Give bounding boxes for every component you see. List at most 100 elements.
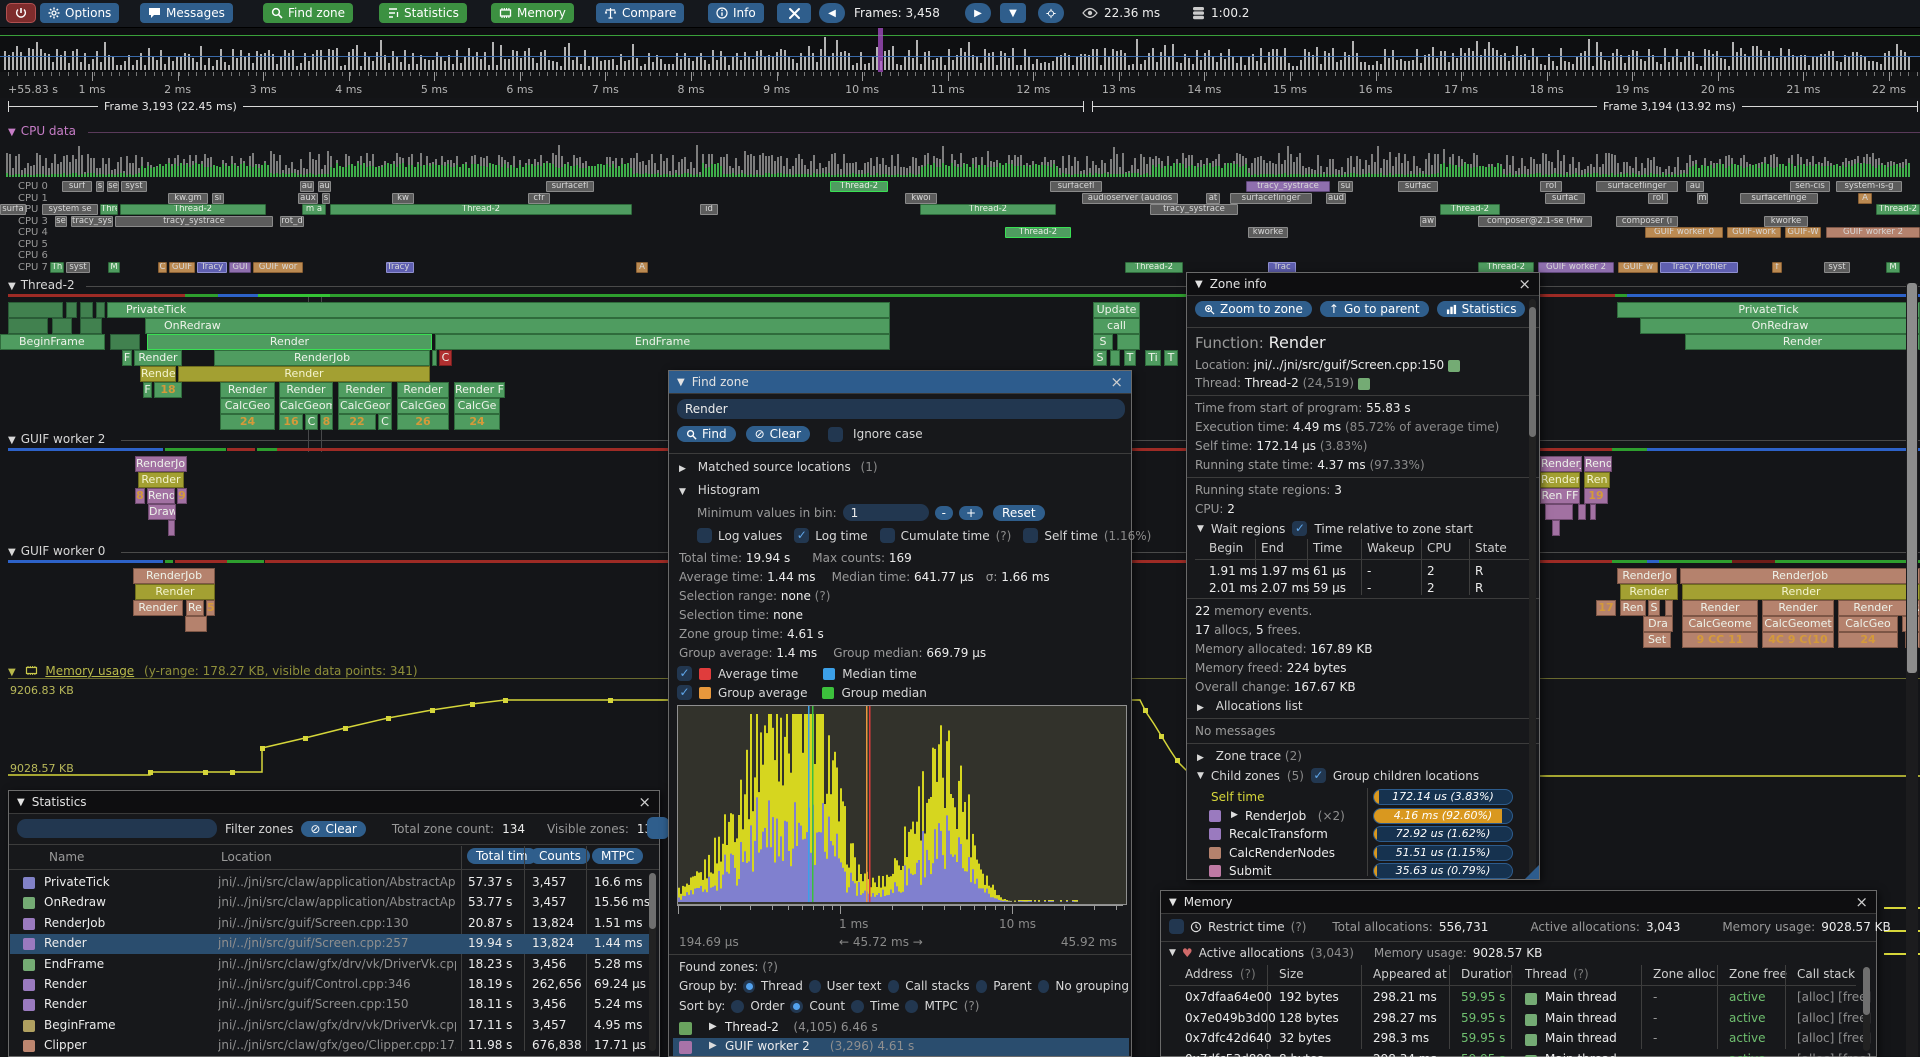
log-values-checkbox[interactable] bbox=[697, 528, 712, 543]
statistics-row[interactable]: EndFramejni/../jni/src/claw/gfx/drv/vk/D… bbox=[10, 955, 652, 975]
find-zone-button[interactable]: Find zone bbox=[263, 3, 353, 23]
cpu-zone-bar[interactable]: GUIF-W bbox=[1785, 227, 1821, 238]
alloc-callstack[interactable]: [alloc] [free] bbox=[1797, 1011, 1871, 1025]
zone-bar[interactable] bbox=[432, 350, 437, 366]
zoom-to-zone-button[interactable]: Zoom to zone bbox=[1195, 301, 1312, 317]
zone-bar-ren[interactable]: Ren bbox=[1584, 472, 1610, 488]
zone-bar-5[interactable]: 5 bbox=[206, 600, 215, 616]
cpu-zone-bar[interactable]: aux bbox=[298, 193, 318, 204]
statistics-row[interactable]: RenderJobjni/../jni/src/guif/Screen.cpp:… bbox=[10, 914, 652, 934]
zone-bar-16[interactable]: 16 bbox=[279, 414, 303, 430]
thread-value[interactable]: Thread-2 bbox=[1245, 376, 1299, 390]
cpu-zone-bar[interactable]: Thre bbox=[100, 204, 118, 215]
cpu-zone-bar[interactable]: au bbox=[318, 181, 331, 192]
zone-trace[interactable]: ▶ Zone trace (2) bbox=[1197, 749, 1302, 763]
cpu-zone-bar[interactable]: syst bbox=[1824, 262, 1850, 273]
cpu-zone-bar[interactable]: Thread-2 bbox=[830, 181, 888, 192]
cpu-zone-bar[interactable]: s bbox=[96, 181, 104, 192]
cpu-zone-bar[interactable]: Tracy Profiler bbox=[1660, 262, 1738, 273]
cpu-zone-bar[interactable]: M bbox=[1886, 262, 1900, 273]
zone-bar-render[interactable]: Render bbox=[279, 382, 333, 398]
memory-usage-header[interactable]: ▼ Memory usage (y-range: 178.27 KB, visi… bbox=[8, 664, 418, 678]
thread-header-guif-worker-0[interactable]: ▼GUIF worker 0 bbox=[8, 544, 105, 558]
zone-bar-26[interactable]: 26 bbox=[397, 414, 449, 430]
cpu-zone-bar[interactable]: C bbox=[158, 262, 167, 273]
zone-bar-calcgeo[interactable]: CalcGeo bbox=[1838, 616, 1898, 632]
filter-zones-input[interactable] bbox=[17, 819, 217, 838]
cpu-zone-bar[interactable]: surfac bbox=[1545, 193, 1585, 204]
cpu-zone-bar[interactable]: GUIF w bbox=[1618, 262, 1658, 273]
zone-bar-beginframe[interactable]: BeginFrame bbox=[0, 334, 105, 350]
collapse-icon[interactable]: ▼ bbox=[1197, 771, 1204, 781]
collapse-icon[interactable]: ▼ bbox=[17, 797, 25, 808]
zone-bar-render-f[interactable]: Render F bbox=[454, 382, 505, 398]
cpu-zone-bar[interactable]: Thread-2 bbox=[330, 204, 632, 215]
cpu-zone-bar[interactable]: Thread-2 bbox=[120, 204, 266, 215]
zone-bar-calcgeor[interactable]: CalcGeor bbox=[338, 398, 392, 414]
info-button[interactable]: Info bbox=[708, 3, 764, 23]
zone-bar-24[interactable]: 24 bbox=[454, 414, 500, 430]
zone-bar-9[interactable]: 9 bbox=[177, 488, 187, 504]
column-header-total-time[interactable]: Total tim bbox=[467, 848, 537, 864]
find-zone-histogram[interactable] bbox=[677, 705, 1127, 905]
collapse-icon[interactable]: ▼ bbox=[8, 547, 16, 558]
statistics-scrollbar[interactable] bbox=[649, 873, 656, 1051]
cpu-zone-bar[interactable]: aud bbox=[1326, 193, 1346, 204]
zone-bar-render[interactable]: Render bbox=[397, 382, 449, 398]
statistics-row[interactable]: OnRedrawjni/../jni/src/claw/application/… bbox=[10, 893, 652, 913]
cpu-zone-bar[interactable]: f bbox=[1772, 262, 1782, 273]
zone-bar-render[interactable]: Render bbox=[1762, 600, 1834, 616]
expand-icon[interactable]: ▶ bbox=[709, 1021, 717, 1032]
cpu-zone-bar[interactable]: Thread-2 bbox=[1876, 204, 1920, 215]
child-zones-header[interactable]: ▼ Child zones(5) ✓ Group children locati… bbox=[1197, 768, 1479, 783]
child-zone-row[interactable]: RecalcTransform72.92 us (1.62%) bbox=[1187, 826, 1541, 843]
zone-bar-render[interactable]: Render bbox=[1540, 472, 1580, 488]
cpu-zone-bar[interactable]: rot_d bbox=[280, 216, 304, 227]
cpu-zone-bar[interactable]: A bbox=[636, 262, 648, 273]
zone-bar-calcgeome[interactable]: CalcGeome bbox=[1682, 616, 1758, 632]
cpu-zone-bar[interactable]: m bbox=[1697, 193, 1708, 204]
min-values-input[interactable] bbox=[843, 504, 929, 521]
zone-bar-calcgeomet[interactable]: CalcGeomet bbox=[1762, 616, 1834, 632]
zone-bar-calcgeo[interactable]: CalcGeo bbox=[220, 398, 275, 414]
zone-bar-render[interactable]: Render bbox=[133, 600, 183, 616]
zone-bar-onredraw[interactable]: OnRedraw bbox=[145, 318, 890, 334]
cpu-zone-bar[interactable]: kworke bbox=[1248, 227, 1288, 238]
collapse-icon[interactable]: ▼ bbox=[677, 377, 685, 388]
cpu-zone-bar[interactable]: GUIF worker 2 bbox=[1538, 262, 1614, 273]
prev-frame-button[interactable]: ◀ bbox=[819, 3, 845, 23]
alloc-zone-free[interactable]: active bbox=[1729, 1011, 1765, 1025]
cpu-zone-bar[interactable]: system se bbox=[42, 204, 98, 215]
memory-allocation-row[interactable]: 0x7dfc53d8988 bytes298.34 ms59.95 sMain … bbox=[1161, 1052, 1861, 1057]
child-zone-row[interactable]: CalcRenderNodes51.51 us (1.15%) bbox=[1187, 845, 1541, 862]
wait-regions-header[interactable]: ▼ Wait regions ✓ Time relative to zone s… bbox=[1197, 521, 1473, 536]
zone-bar-rend[interactable]: Rend bbox=[147, 488, 175, 504]
zone-bar-ren-ff[interactable]: Ren FF bbox=[1540, 488, 1580, 504]
collapse-icon[interactable]: ▼ bbox=[8, 127, 16, 138]
zone-bar-update[interactable]: Update bbox=[1093, 302, 1140, 318]
cpu-zone-bar[interactable]: Thread-2 bbox=[1440, 204, 1500, 215]
cpu-zone-bar[interactable]: GUIF worker 0 bbox=[1645, 227, 1723, 238]
column-header-mtpc[interactable]: MTPC bbox=[592, 848, 643, 864]
find-button[interactable]: Find bbox=[677, 426, 736, 442]
memory-col-zone-free[interactable]: Zone free bbox=[1729, 967, 1787, 981]
zone-bar[interactable] bbox=[185, 616, 207, 632]
cpu-zone-bar[interactable]: tracy_systrace bbox=[1150, 204, 1238, 215]
reset-button[interactable]: Reset bbox=[993, 505, 1045, 521]
increment-button[interactable]: + bbox=[959, 506, 983, 520]
cpu-zone-bar[interactable]: GUIF wor bbox=[253, 262, 303, 273]
memory-scrollbar[interactable] bbox=[1863, 967, 1870, 1051]
zone-bar-render[interactable]: Render bbox=[1838, 600, 1908, 616]
memory-allocation-row[interactable]: 0x7e049b3d00128 bytes298.27 ms59.95 sMai… bbox=[1161, 1011, 1861, 1030]
find-zone-window-titlebar[interactable]: ▼ Find zone × bbox=[669, 371, 1131, 394]
zone-bar-render[interactable]: Render bbox=[1682, 600, 1758, 616]
close-icon[interactable]: × bbox=[1855, 895, 1868, 910]
cpu-zone-bar[interactable]: tracy_systrace bbox=[1246, 181, 1330, 192]
zone-bar-render[interactable]: Render bbox=[178, 366, 430, 382]
zone-bar-render[interactable]: Render bbox=[134, 350, 182, 366]
cpu-zone-bar[interactable]: tracy_syst bbox=[71, 216, 113, 227]
cpu-zone-bar[interactable]: tracy_systrace bbox=[115, 216, 273, 227]
cpu-zone-bar[interactable]: GUIF bbox=[169, 262, 195, 273]
collapse-icon[interactable]: ▼ bbox=[8, 435, 16, 446]
find-zone-query-input[interactable] bbox=[677, 399, 1125, 419]
